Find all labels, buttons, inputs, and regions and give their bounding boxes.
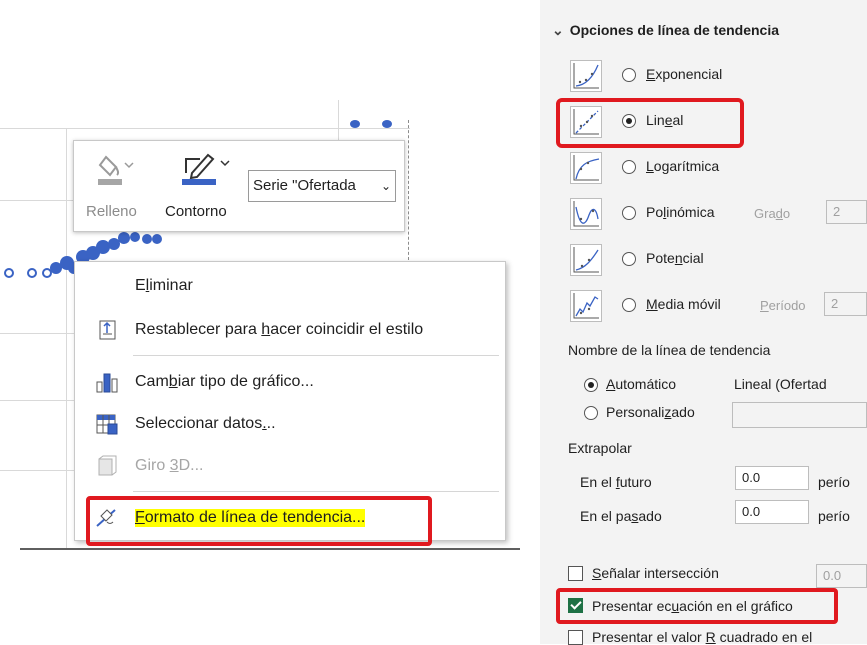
backward-input[interactable]: 0.0 (735, 500, 809, 524)
label-name-automatic[interactable]: Automático (606, 376, 676, 392)
label-show-r-squared[interactable]: Presentar el valor R cuadrado en el (592, 629, 812, 645)
gridline (0, 400, 74, 401)
label-forward: En el futuro (580, 474, 652, 490)
menu-item-delete[interactable]: Eliminar (75, 268, 505, 304)
gridline (0, 128, 410, 129)
data-point[interactable] (382, 120, 392, 128)
gridline (66, 128, 67, 548)
radio-power[interactable] (622, 252, 636, 266)
moving-average-icon[interactable] (570, 290, 602, 322)
fill-bucket-icon[interactable] (98, 153, 134, 189)
label-exponential[interactable]: Exponencial (646, 66, 722, 82)
data-point[interactable] (350, 120, 360, 128)
logarithmic-icon[interactable] (570, 152, 602, 184)
radio-exponential[interactable] (622, 68, 636, 82)
x-axis (20, 548, 520, 550)
menu-item-change-chart-type[interactable]: Cambiar tipo de gráfico... (75, 364, 505, 400)
data-point[interactable] (27, 268, 37, 278)
data-point[interactable] (4, 268, 14, 278)
radio-name-custom[interactable] (584, 406, 598, 420)
highlight-box-format-trendline (86, 496, 432, 546)
gridline (338, 100, 339, 140)
rotation-3d-icon (95, 454, 119, 478)
data-point[interactable] (152, 234, 162, 244)
label-moving-average[interactable]: Media móvil (646, 296, 721, 312)
extrapolate-heading: Extrapolar (568, 440, 632, 456)
select-data-icon (95, 412, 119, 436)
radio-logarithmic[interactable] (622, 160, 636, 174)
label-period: Período (760, 298, 806, 313)
intercept-input[interactable]: 0.0 (816, 564, 867, 588)
gridline (0, 333, 74, 334)
series-select[interactable]: Serie "Ofertada ⌄ (248, 170, 396, 202)
data-point[interactable] (118, 232, 130, 244)
radio-polynomial[interactable] (622, 206, 636, 220)
gridline (0, 470, 74, 471)
chevron-down-icon: ⌄ (552, 22, 564, 38)
change-chart-type-icon (95, 370, 119, 394)
menu-item-select-data[interactable]: Seleccionar datos... (75, 406, 505, 442)
chevron-down-icon: ⌄ (378, 171, 391, 201)
forward-unit: perío (818, 474, 850, 490)
period-input[interactable]: 2 (824, 292, 867, 316)
label-logarithmic[interactable]: Logarítmica (646, 158, 719, 174)
label-degree: Grado (754, 206, 791, 221)
polynomial-icon[interactable] (570, 198, 602, 230)
plot-area-border (408, 120, 409, 260)
data-point[interactable] (130, 232, 140, 242)
label-power[interactable]: Potencial (646, 250, 704, 266)
highlight-box-linear (556, 98, 744, 148)
format-trendline-panel: ⌄ Opciones de línea de tendencia Exponenc… (540, 0, 867, 645)
backward-unit: perío (818, 508, 850, 524)
forward-input[interactable]: 0.0 (735, 466, 809, 490)
custom-name-input[interactable] (732, 402, 867, 428)
menu-separator (133, 491, 499, 492)
radio-moving-average[interactable] (622, 298, 636, 312)
highlight-box-show-equation (556, 588, 838, 624)
section-header[interactable]: ⌄ Opciones de línea de tendencia (552, 22, 779, 39)
label-polynomial[interactable]: Polinómica (646, 204, 715, 220)
radio-name-automatic[interactable] (584, 378, 598, 392)
fill-label[interactable]: Relleno (86, 203, 137, 220)
checkbox-show-intercept[interactable] (568, 566, 583, 581)
reset-style-icon (95, 318, 119, 342)
outline-pen-icon[interactable] (182, 151, 230, 189)
section-title: Opciones de línea de tendencia (569, 22, 780, 38)
trendline-name-heading: Nombre de la línea de tendencia (568, 342, 771, 358)
menu-item-reset-style[interactable]: Restablecer para hacer coincidir el esti… (75, 312, 505, 348)
power-icon[interactable] (570, 244, 602, 276)
label-backward: En el pasado (580, 508, 662, 524)
degree-input[interactable]: 2 (826, 200, 867, 224)
data-point[interactable] (142, 234, 152, 244)
series-select-value: Serie "Ofertada (253, 177, 356, 194)
menu-item-3d-rotation[interactable]: Giro 3D... (75, 448, 505, 484)
automatic-name-value: Lineal (Ofertad (734, 376, 827, 392)
label-name-custom[interactable]: Personalizado (606, 404, 695, 420)
checkbox-show-r-squared[interactable] (568, 630, 583, 645)
gridline (0, 200, 80, 201)
outline-label[interactable]: Contorno (165, 203, 227, 220)
menu-separator (133, 355, 499, 356)
label-show-intercept[interactable]: Señalar intersección (592, 565, 719, 581)
exponential-icon[interactable] (570, 60, 602, 92)
